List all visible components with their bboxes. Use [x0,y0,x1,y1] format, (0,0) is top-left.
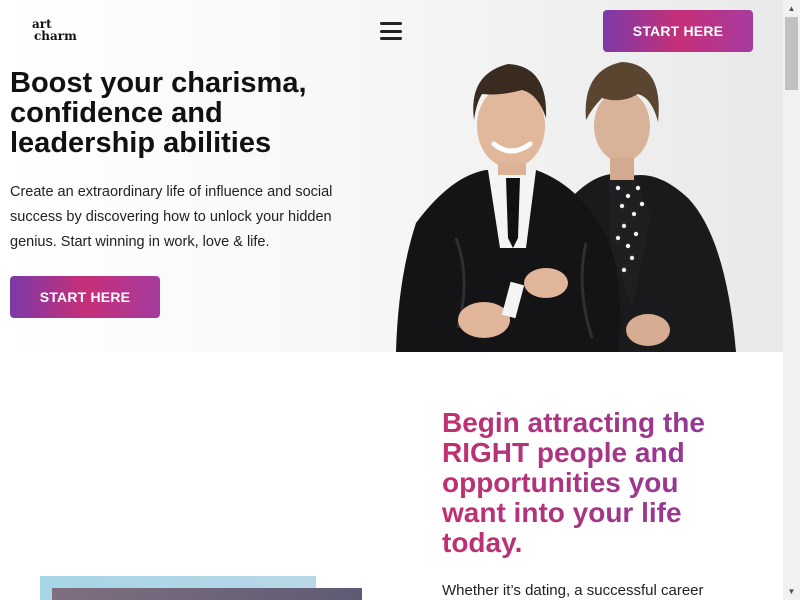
presenter-right-face [594,90,650,162]
hero-section: art charm START HERE Boost your charisma… [0,0,783,352]
attract-section-text: Whether it’s dating, a successful career [442,582,704,599]
menu-bar [380,29,402,33]
scroll-down-arrow-icon[interactable]: ▼ [783,583,800,600]
start-here-header-button[interactable]: START HERE [603,10,753,52]
hero-title: Boost your charisma, confidence and lead… [10,67,307,159]
hamburger-menu-icon[interactable] [380,22,402,40]
presenter-left-tie [506,178,520,248]
scrollbar-thumb[interactable] [785,17,798,90]
start-here-hero-button[interactable]: START HERE [10,276,160,318]
menu-bar [380,22,402,25]
vertical-scrollbar[interactable]: ▲ ▼ [783,0,800,600]
landing-page: art charm START HERE Boost your charisma… [0,0,783,600]
logo-line-2: charm [34,29,77,43]
hero-presenters-image [396,62,736,352]
scroll-up-arrow-icon[interactable]: ▲ [783,0,800,17]
section-image-foreground [52,588,362,600]
hero-description: Create an extraordinary life of influenc… [10,184,333,250]
artofcharm-logo[interactable]: art charm [32,18,77,46]
attract-section-title: Begin attracting the RIGHT people and op… [442,408,742,558]
menu-bar [380,37,402,40]
